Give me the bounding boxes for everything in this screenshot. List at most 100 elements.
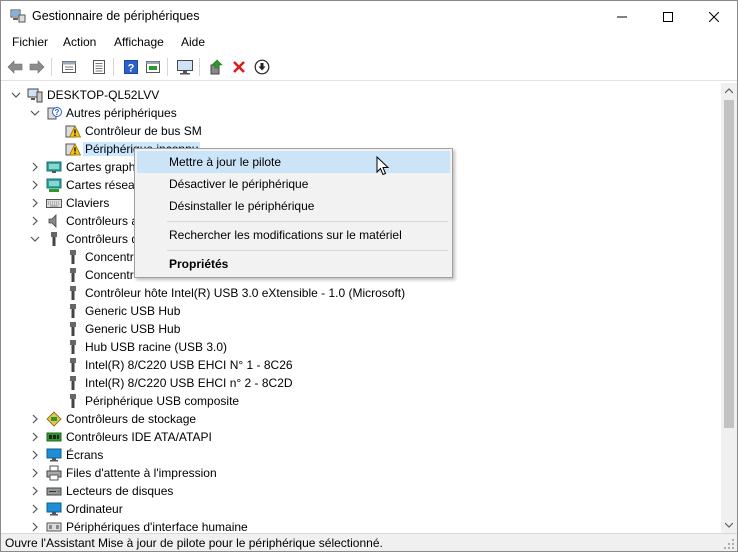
menu-item-scan-hardware[interactable]: Rechercher les modifications sur le maté… — [137, 224, 450, 246]
menu-aide[interactable]: Aide — [181, 35, 205, 49]
usb-plug-icon — [51, 232, 57, 246]
forward-arrow-icon — [29, 60, 45, 74]
usb-plug-icon — [70, 250, 76, 264]
tree-device-row[interactable]: Contrôleur de bus SM — [1, 122, 721, 140]
download-circle-icon — [254, 59, 270, 75]
chevron-right-icon[interactable] — [30, 216, 40, 226]
category-label: Écrans — [66, 448, 104, 462]
forward-button[interactable] — [27, 57, 47, 77]
toolbar-separator — [199, 58, 200, 76]
toolbar-separator — [167, 58, 168, 76]
menu-fichier[interactable]: Fichier — [12, 35, 48, 49]
menu-action[interactable]: Action — [63, 35, 96, 49]
device-label: Hub USB racine (USB 3.0) — [85, 340, 228, 354]
usb-plug-icon — [70, 394, 76, 408]
toolbar: ? — [1, 54, 737, 81]
install-driver-button[interactable] — [252, 57, 272, 77]
back-arrow-icon — [7, 60, 23, 74]
tree-device-row[interactable]: Intel(R) 8/C220 USB EHCI n° 2 - 8C2D — [1, 374, 721, 392]
chevron-right-icon[interactable] — [30, 486, 40, 496]
menu-item-properties[interactable]: Propriétés — [137, 253, 450, 275]
vertical-scrollbar[interactable] — [721, 83, 737, 533]
maximize-icon — [663, 11, 673, 22]
close-button[interactable] — [691, 1, 737, 32]
category-label: Lecteurs de disques — [66, 484, 174, 498]
list-view-button[interactable] — [89, 57, 109, 77]
category-label: Ordinateur — [66, 502, 123, 516]
chevron-right-icon[interactable] — [30, 450, 40, 460]
category-label: Contrôleurs de stockage — [66, 412, 197, 426]
update-panel-icon — [146, 61, 160, 73]
tree-device-row[interactable]: Generic USB Hub — [1, 320, 721, 338]
tree-root-row[interactable]: DESKTOP-QL52LVV — [1, 86, 721, 104]
chevron-down-icon[interactable] — [11, 90, 21, 100]
tree-category-row[interactable]: Ordinateur — [1, 500, 721, 518]
chevron-right-icon[interactable] — [30, 504, 40, 514]
device-label: Contrôleur hôte Intel(R) USB 3.0 eXtensi… — [85, 286, 406, 300]
title-bar: Gestionnaire de périphériques — [1, 1, 737, 32]
add-driver-icon — [210, 59, 223, 75]
device-manager-app-icon — [10, 9, 26, 23]
tree-category-row[interactable]: Lecteurs de disques — [1, 482, 721, 500]
usb-plug-icon — [70, 376, 76, 390]
network-adapter-icon — [46, 178, 62, 192]
resize-grip-icon[interactable] — [723, 538, 735, 550]
device-label: Generic USB Hub — [85, 304, 181, 318]
tree-category-row[interactable]: ? Autres périphériques — [1, 104, 721, 122]
tree-device-row[interactable]: Generic USB Hub — [1, 302, 721, 320]
toolbar-separator — [113, 58, 114, 76]
menu-affichage[interactable]: Affichage — [114, 35, 164, 49]
category-label: Périphériques d'interface humaine — [66, 520, 248, 533]
tree-device-row[interactable]: Périphérique USB composite — [1, 392, 721, 410]
scan-hardware-button[interactable] — [175, 57, 195, 77]
device-label: Intel(R) 8/C220 USB EHCI n° 2 - 8C2D — [85, 376, 293, 390]
monitor-icon — [46, 448, 62, 462]
chevron-right-icon[interactable] — [30, 432, 40, 442]
usb-plug-icon — [70, 340, 76, 354]
chevron-down-icon[interactable] — [30, 234, 40, 244]
chevron-down-icon — [725, 522, 733, 528]
category-label: Cartes réseau — [66, 178, 142, 192]
tree-category-row[interactable]: Files d'attente à l'impression — [1, 464, 721, 482]
tree-category-row[interactable]: Contrôleurs de stockage — [1, 410, 721, 428]
tree-device-row[interactable]: Hub USB racine (USB 3.0) — [1, 338, 721, 356]
chevron-right-icon[interactable] — [30, 162, 40, 172]
usb-plug-icon — [70, 358, 76, 372]
chevron-right-icon[interactable] — [30, 468, 40, 478]
tree-device-row[interactable]: Intel(R) 8/C220 USB EHCI N° 1 - 8C26 — [1, 356, 721, 374]
status-text: Ouvre l'Assistant Mise à jour de pilote … — [5, 536, 383, 550]
menu-bar: Fichier Action Affichage Aide — [1, 32, 737, 53]
tree-category-row[interactable]: Périphériques d'interface humaine — [1, 518, 721, 533]
uninstall-device-button[interactable] — [229, 57, 249, 77]
display-adapter-icon — [46, 161, 62, 173]
help-button[interactable]: ? — [121, 57, 141, 77]
chevron-right-icon[interactable] — [30, 414, 40, 424]
chevron-right-icon[interactable] — [30, 198, 40, 208]
chevron-right-icon[interactable] — [30, 522, 40, 532]
update-panel-button[interactable] — [143, 57, 163, 77]
scroll-up-button[interactable] — [721, 83, 737, 99]
ide-controller-icon — [46, 432, 62, 442]
category-label: Contrôleurs IDE ATA/ATAPI — [66, 430, 212, 444]
maximize-button[interactable] — [645, 1, 691, 32]
back-button[interactable] — [5, 57, 25, 77]
scroll-thumb[interactable] — [724, 100, 734, 428]
chevron-down-icon[interactable] — [30, 108, 40, 118]
minimize-button[interactable] — [599, 1, 645, 32]
tree-category-row[interactable]: Contrôleurs IDE ATA/ATAPI — [1, 428, 721, 446]
computer-icon — [46, 502, 62, 516]
tree-category-row[interactable]: Écrans — [1, 446, 721, 464]
svg-text:?: ? — [55, 108, 60, 117]
device-label: Périphérique USB composite — [85, 394, 240, 408]
add-driver-button[interactable] — [206, 57, 226, 77]
properties-view-button[interactable] — [59, 57, 79, 77]
minimize-icon — [617, 16, 627, 17]
menu-item-uninstall-device[interactable]: Désinstaller le périphérique — [137, 195, 450, 217]
menu-item-update-driver[interactable]: Mettre à jour le pilote — [137, 151, 450, 173]
device-label: Generic USB Hub — [85, 322, 181, 336]
chevron-right-icon[interactable] — [30, 180, 40, 190]
scroll-down-button[interactable] — [721, 517, 737, 533]
tree-device-row[interactable]: Contrôleur hôte Intel(R) USB 3.0 eXtensi… — [1, 284, 721, 302]
menu-item-disable-device[interactable]: Désactiver le périphérique — [137, 173, 450, 195]
speaker-icon — [48, 214, 57, 228]
